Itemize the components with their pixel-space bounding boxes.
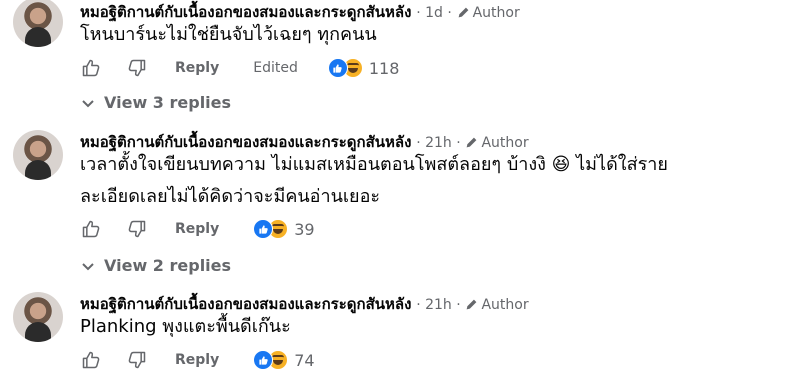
dislike-icon[interactable] — [126, 57, 148, 79]
avatar[interactable] — [13, 130, 63, 180]
reaction-count: 39 — [294, 219, 315, 239]
author-badge-label: Author — [481, 297, 529, 313]
author-badge: Author — [465, 297, 529, 315]
reply-button[interactable]: Reply — [175, 352, 219, 368]
chevron-down-icon — [82, 256, 94, 275]
edited-label[interactable]: Edited — [253, 60, 298, 76]
comment-actions: Reply 74 — [80, 348, 315, 372]
pen-icon — [457, 6, 470, 23]
like-reaction-icon — [327, 58, 348, 78]
reaction-summary[interactable]: 74 — [253, 350, 315, 370]
reaction-summary[interactable]: 39 — [253, 219, 315, 239]
dislike-icon[interactable] — [126, 218, 148, 240]
view-replies-button[interactable]: View 3 replies — [82, 93, 231, 112]
avatar[interactable] — [13, 0, 63, 47]
reply-button[interactable]: Reply — [175, 221, 219, 237]
timestamp[interactable]: · 1d · — [416, 5, 452, 21]
comment-text: โหนบาร์นะไม่ใช่ยืนจับไว้เฉยๆ ทุกคนน — [80, 24, 377, 45]
like-icon[interactable] — [80, 57, 102, 79]
view-replies-button[interactable]: View 2 replies — [82, 256, 231, 275]
like-icon[interactable] — [80, 218, 102, 240]
reaction-summary[interactable]: 118 — [327, 58, 400, 78]
author-badge: Author — [457, 5, 520, 21]
reply-button[interactable]: Reply — [175, 60, 219, 76]
pen-icon — [465, 298, 478, 315]
reaction-count: 118 — [368, 58, 400, 78]
like-icon[interactable] — [80, 349, 102, 371]
chevron-down-icon — [82, 93, 94, 112]
comment-text-line: ละเอียดเลยไม่ได้คิดว่าจะมีคนอ่านเยอะ — [80, 186, 381, 207]
dislike-icon[interactable] — [126, 349, 148, 371]
view-replies-label: View 2 replies — [104, 256, 232, 275]
comment-actions: Reply 39 — [80, 217, 315, 241]
comment-text: Planking พุงแตะพื้นดีเก๊นะ — [80, 316, 291, 337]
avatar[interactable] — [13, 292, 63, 342]
view-replies-label: View 3 replies — [104, 93, 232, 112]
timestamp[interactable]: · 21h · — [416, 297, 461, 313]
comment-actions: Reply Edited 118 — [80, 56, 399, 80]
author-badge-label: Author — [472, 5, 520, 21]
reaction-count: 74 — [294, 350, 315, 370]
comment-text-line: เวลาตั้งใจเขียนบทความ ไม่แมสเหมือนตอนโพส… — [80, 154, 668, 175]
